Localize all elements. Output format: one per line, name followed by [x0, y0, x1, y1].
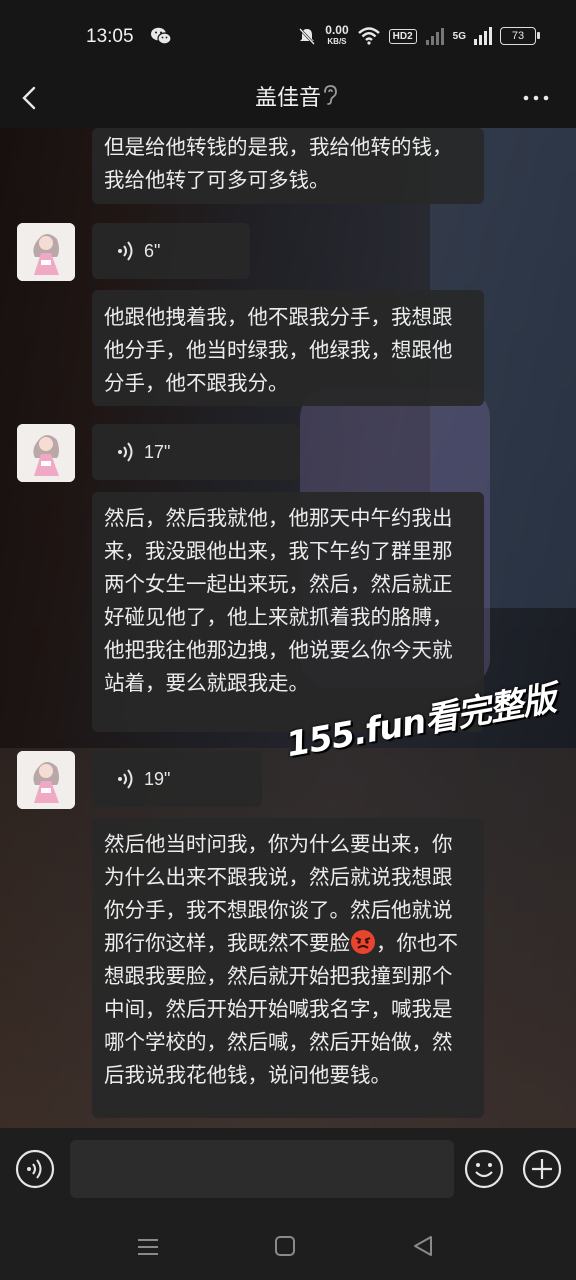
status-icons: 0.00 KB/S HD2 5G 73	[297, 22, 540, 50]
menu-icon[interactable]	[136, 1236, 160, 1258]
voice-duration: 17"	[144, 441, 171, 462]
message-text: 但是给他转钱的是我，我给他转的钱，我给他转了可多可多钱。	[104, 135, 453, 192]
back-triangle-icon[interactable]	[411, 1234, 435, 1258]
status-bar: 13:05 0.00 KB/S HD2 5G 73	[0, 0, 576, 70]
wechat-icon	[151, 27, 172, 45]
battery-indicator: 73	[500, 27, 540, 45]
emoji-icon[interactable]	[463, 1148, 505, 1190]
chat-title: 盖佳音	[254, 86, 321, 111]
signal-5g-icon	[474, 27, 492, 45]
status-time: 13:05	[86, 26, 134, 47]
system-nav-bar	[0, 1218, 576, 1280]
signal-5g-label: 5G	[452, 30, 466, 42]
hd-badge: HD2	[388, 28, 417, 44]
message-text: 他跟他拽着我，他不跟我分手，我想跟他分手，他当时绿我，他绿我，想跟他分手，他不跟…	[104, 305, 453, 395]
net-speed-unit: KB/S	[327, 37, 347, 46]
avatar[interactable]	[17, 424, 75, 482]
plus-icon[interactable]	[521, 1148, 563, 1190]
voice-duration: 6"	[144, 240, 161, 261]
angry-face-icon	[351, 930, 375, 954]
avatar-image	[17, 751, 75, 809]
message-input[interactable]	[70, 1140, 454, 1198]
ear-icon	[324, 85, 337, 105]
avatar-image	[17, 424, 75, 482]
avatar-image	[17, 223, 75, 281]
net-speed: 0.00 KB/S	[325, 23, 349, 47]
voice-message-bubble[interactable]: 19"	[92, 751, 262, 807]
input-bar	[0, 1128, 576, 1218]
voice-message-bubble[interactable]: 17"	[92, 424, 300, 480]
wifi-icon	[357, 27, 380, 45]
avatar[interactable]	[17, 223, 75, 281]
message-text: 然后，然后我就他，他那天中午约我出来，我没跟他出来，我下午约了群里那两个女生一起…	[104, 506, 453, 695]
voice-message-bubble[interactable]: 6"	[92, 223, 250, 279]
voice-duration: 19"	[144, 768, 171, 789]
voice-wave-icon	[118, 442, 133, 462]
avatar[interactable]	[17, 751, 75, 809]
text-message-bubble[interactable]: 但是给他转钱的是我，我给他转的钱，我给他转了可多可多钱。	[92, 128, 484, 204]
voice-wave-icon	[118, 769, 133, 789]
more-icon[interactable]	[520, 82, 552, 114]
text-message-bubble[interactable]: 他跟他拽着我，他不跟我分手，我想跟他分手，他当时绿我，他绿我，想跟他分手，他不跟…	[92, 290, 484, 406]
chat-header: 盖佳音	[0, 70, 576, 128]
text-message-bubble[interactable]: 然后他当时问我，你为什么要出来，你为什么出来不跟我说，然后就说我想跟你分手，我不…	[92, 818, 484, 1118]
mute-icon	[299, 28, 316, 45]
net-speed-value: 0.00	[325, 23, 349, 37]
signal-icon	[425, 28, 444, 45]
voice-wave-icon	[118, 241, 133, 261]
voice-toggle-icon[interactable]	[14, 1148, 56, 1190]
chat-area[interactable]: 但是给他转钱的是我，我给他转的钱，我给他转了可多可多钱。 6" 他跟他拽着我，他…	[0, 128, 576, 1128]
home-icon[interactable]	[274, 1235, 296, 1257]
